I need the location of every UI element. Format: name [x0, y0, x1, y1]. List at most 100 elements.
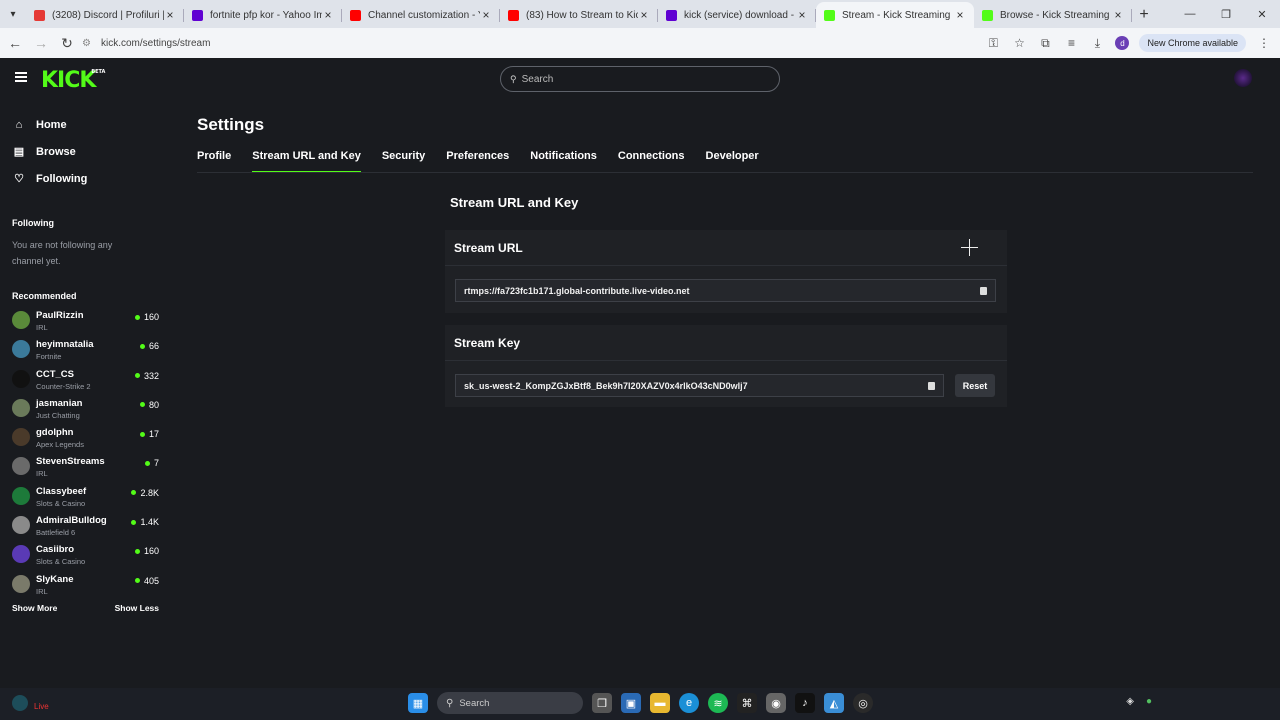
user-avatar[interactable]: [1234, 69, 1252, 87]
recommended-channel[interactable]: StevenStreams IRL 7: [0, 453, 175, 482]
viewer-count: 17: [139, 429, 159, 439]
stream-key-field: [455, 374, 944, 397]
tab-search-dropdown-icon[interactable]: ▾: [0, 0, 26, 28]
close-tab-icon[interactable]: ×: [480, 8, 492, 22]
live-dot-icon: [134, 578, 140, 584]
close-tab-icon[interactable]: ×: [1112, 8, 1124, 22]
obs-icon[interactable]: ◎: [853, 693, 873, 713]
recommended-channel[interactable]: Classybeef Slots & Casino 2.8K: [0, 483, 175, 512]
browser-tab-strip: ▾ (3208) Discord | Profiluri | Setări×fo…: [0, 0, 1280, 28]
hamburger-menu-icon[interactable]: [15, 72, 27, 82]
url-text[interactable]: kick.com/settings/stream: [101, 38, 210, 49]
omnibox[interactable]: ⚙ kick.com/settings/stream: [82, 31, 1052, 55]
site-info-icon[interactable]: ⚙: [82, 38, 91, 49]
chrome-update-button[interactable]: New Chrome available: [1139, 34, 1246, 52]
chrome-icon[interactable]: ◉: [766, 693, 786, 713]
stream-url-input[interactable]: [464, 285, 975, 296]
close-tab-icon[interactable]: ×: [954, 8, 966, 22]
tab-stream-url-and-key[interactable]: Stream URL and Key: [252, 150, 361, 173]
extensions-icon[interactable]: ⧉: [1037, 35, 1053, 51]
close-tab-icon[interactable]: ×: [796, 8, 808, 22]
browser-tab-title: Channel customization - YouTube: [368, 9, 480, 21]
close-tab-icon[interactable]: ×: [638, 8, 650, 22]
sidebar-item-home[interactable]: ⌂ Home: [0, 111, 175, 138]
search-input[interactable]: [521, 73, 762, 85]
stream-key-input[interactable]: [464, 380, 923, 391]
recommended-channel[interactable]: gdolphn Apex Legends 17: [0, 424, 175, 453]
microphone-icon[interactable]: ●: [1146, 696, 1152, 707]
sidebar-item-following[interactable]: ♡ Following: [0, 165, 175, 192]
capcut-icon[interactable]: ⌘: [737, 693, 757, 713]
close-tab-icon[interactable]: ×: [322, 8, 334, 22]
maximize-icon[interactable]: ❐: [1208, 0, 1244, 28]
store-icon[interactable]: ▣: [621, 693, 641, 713]
new-tab-button[interactable]: +: [1132, 2, 1156, 28]
avatar: [12, 457, 30, 476]
tab-developer[interactable]: Developer: [706, 150, 759, 172]
close-window-icon[interactable]: ✕: [1244, 0, 1280, 28]
sidebar-item-label: Following: [36, 172, 88, 185]
minimize-icon[interactable]: —: [1172, 0, 1208, 28]
sidebar-item-browse[interactable]: ▤ Browse: [0, 138, 175, 165]
tab-profile[interactable]: Profile: [197, 150, 231, 172]
tab-connections[interactable]: Connections: [618, 150, 685, 172]
close-tab-icon[interactable]: ×: [164, 8, 176, 22]
edge-icon[interactable]: e: [679, 693, 699, 713]
live-dot-icon: [134, 548, 140, 554]
tiktok-icon[interactable]: ♪: [795, 693, 815, 713]
menu-kebab-icon[interactable]: ⋮: [1256, 35, 1272, 51]
browser-tab[interactable]: Channel customization - YouTube×: [342, 2, 500, 28]
show-less-button[interactable]: Show Less: [115, 603, 159, 613]
reading-list-icon[interactable]: ≡: [1063, 35, 1079, 51]
reload-icon[interactable]: ↻: [54, 30, 80, 56]
forward-icon[interactable]: →: [28, 30, 54, 56]
tabs-divider: [197, 172, 1253, 173]
network-icon[interactable]: ◈: [1126, 696, 1134, 707]
recommended-channel[interactable]: Casiibro Slots & Casino 160: [0, 541, 175, 570]
recommended-channel[interactable]: CCT_CS Counter-Strike 2 332: [0, 366, 175, 395]
downloads-icon[interactable]: ⤓: [1089, 35, 1105, 51]
browser-tab[interactable]: fortnite pfp kor - Yahoo Image×: [184, 2, 342, 28]
start-button-icon[interactable]: ▦: [408, 693, 428, 713]
stream-url-label: Stream URL: [454, 240, 523, 255]
live-dot-icon: [134, 314, 140, 320]
tab-notifications[interactable]: Notifications: [530, 150, 597, 172]
recommended-channel[interactable]: PaulRizzin IRL 160: [0, 307, 175, 336]
tab-security[interactable]: Security: [382, 150, 425, 172]
taskbar-search[interactable]: ⚲ Search: [437, 692, 583, 714]
recommended-channel[interactable]: AdmiralBulldog Battlefield 6 1.4K: [0, 512, 175, 541]
recommended-channel[interactable]: heyimnatalia Fortnite 66: [0, 336, 175, 365]
browser-tab[interactable]: kick (service) download - Yahoo×: [658, 2, 816, 28]
back-icon[interactable]: ←: [2, 30, 28, 56]
browser-tab[interactable]: (83) How to Stream to Kick on OBS×: [500, 2, 658, 28]
settings-tabs: Profile Stream URL and Key Security Prefere…: [197, 150, 759, 173]
avatar: [12, 428, 30, 447]
plus-icon[interactable]: [961, 239, 978, 256]
browser-tab[interactable]: Stream - Kick Streaming ×: [816, 2, 974, 28]
browser-tab-title: (83) How to Stream to Kick on OBS: [526, 9, 638, 21]
recommended-channel[interactable]: jasmanian Just Chatting 80: [0, 395, 175, 424]
profile-avatar-icon[interactable]: d: [1115, 36, 1130, 50]
photos-icon[interactable]: ◭: [824, 693, 844, 713]
copy-url-icon[interactable]: [975, 283, 991, 299]
browser-tab[interactable]: Browse - Kick Streaming ×: [974, 2, 1132, 28]
section-title: Stream URL and Key: [450, 195, 579, 210]
password-key-icon[interactable]: ⚿: [985, 35, 1001, 51]
spotify-icon[interactable]: ≋: [708, 693, 728, 713]
browser-tab-title: fortnite pfp kor - Yahoo Image: [210, 9, 322, 21]
show-more-button[interactable]: Show More: [12, 603, 57, 613]
kick-logo[interactable]: KICK BETA: [41, 68, 105, 93]
recommended-channel[interactable]: SlyKane IRL 405: [0, 571, 175, 600]
viewer-count: 80: [139, 400, 159, 410]
copy-key-icon[interactable]: [923, 378, 939, 394]
search-bar[interactable]: ⚲: [500, 66, 780, 92]
browser-tab[interactable]: (3208) Discord | Profiluri | Setări×: [26, 2, 184, 28]
youtube-favicon-icon: [350, 9, 361, 21]
channel-category: Counter-Strike 2: [36, 381, 91, 391]
tab-preferences[interactable]: Preferences: [446, 150, 509, 172]
task-view-icon[interactable]: ❐: [592, 693, 612, 713]
file-explorer-icon[interactable]: ▬: [650, 693, 670, 713]
app-live-icon[interactable]: [12, 694, 28, 711]
bookmark-star-icon[interactable]: ☆: [1011, 35, 1027, 51]
reset-key-button[interactable]: Reset: [955, 374, 995, 397]
